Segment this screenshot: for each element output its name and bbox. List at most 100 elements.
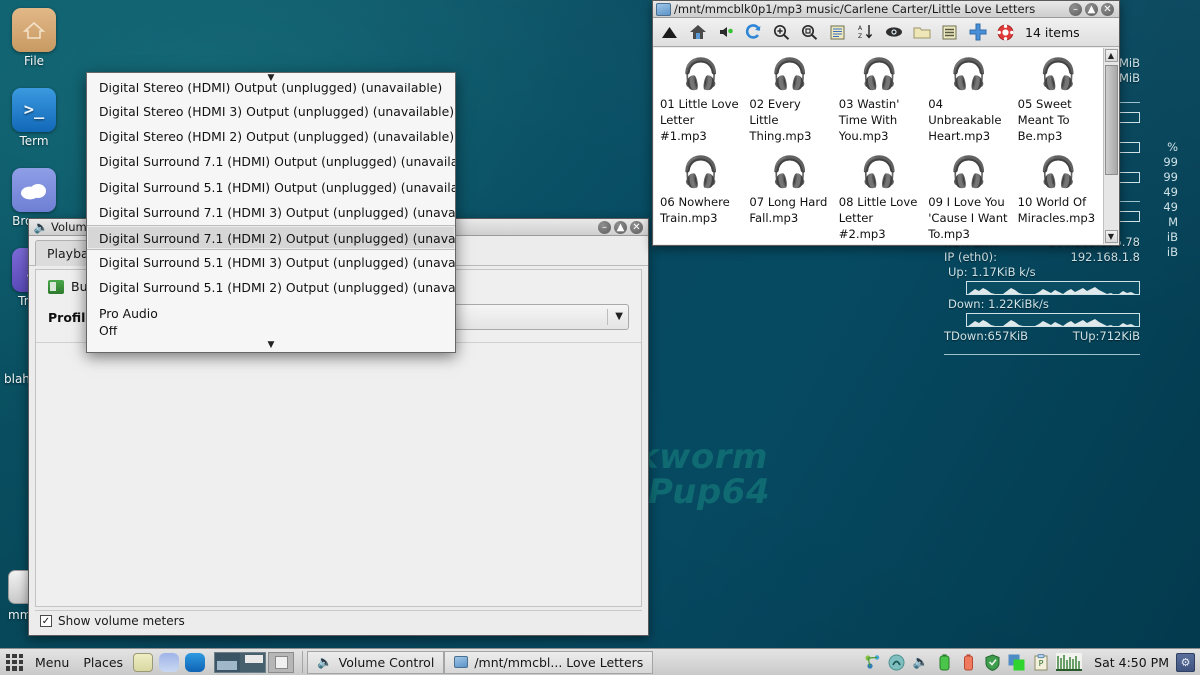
file-item[interactable]: 🎧 06 Nowhere Train.mp3	[656, 150, 745, 244]
file-item[interactable]: 🎧 04 Unbreakable Heart.mp3	[924, 52, 1013, 150]
pup-clipboard-icon[interactable]: P	[1032, 653, 1049, 671]
window-buttons[interactable]: – ▲ ✕	[1069, 2, 1116, 16]
taskbar-task-volume-control[interactable]: 🔈 Volume Control	[307, 650, 445, 674]
quicklaunch-browser-icon[interactable]	[159, 652, 180, 672]
show-hidden-eye-icon[interactable]	[883, 22, 904, 43]
filer-vertical-scrollbar[interactable]: ▲ ▼	[1103, 48, 1118, 244]
divider	[944, 354, 1140, 355]
workspace-1[interactable]	[215, 652, 241, 672]
menu-grid-icon[interactable]	[6, 653, 23, 671]
file-item[interactable]: 🎧 03 Wastin' Time With You.mp3	[835, 52, 924, 150]
scroll-up-arrow-icon[interactable]: ▲	[1104, 49, 1118, 62]
file-manager-window[interactable]: /mnt/mmcblk0p1/mp3 music/Carlene Carter/…	[652, 0, 1120, 246]
headphones-icon: 🎧	[860, 56, 899, 92]
sync-icon[interactable]	[888, 653, 905, 671]
clock[interactable]: Sat 4:50 PM	[1087, 655, 1176, 670]
volume-icon[interactable]: 🔈	[912, 653, 929, 671]
show-volume-meters-checkbox[interactable]: ✓	[40, 615, 52, 627]
file-name: 01 Little Love Letter #1.mp3	[660, 97, 739, 143]
file-item[interactable]: 🎧 01 Little Love Letter #1.mp3	[656, 52, 745, 150]
svg-text:Z: Z	[858, 33, 862, 40]
workspace-pager[interactable]	[214, 651, 267, 673]
dropdown-item[interactable]: Digital Stereo (HDMI 2) Output (unplugge…	[87, 124, 455, 149]
file-item[interactable]: 🎧 02 Every Little Thing.mp3	[745, 52, 834, 150]
headphones-icon: 🎧	[1039, 154, 1077, 190]
close-button[interactable]: ✕	[1101, 2, 1114, 16]
headphones-icon: 🎧	[682, 56, 720, 92]
filer-titlebar[interactable]: /mnt/mmcblk0p1/mp3 music/Carlene Carter/…	[653, 1, 1119, 18]
list-view-icon[interactable]	[939, 22, 960, 43]
quicklaunch-terminal-icon[interactable]	[185, 652, 206, 672]
new-folder-icon[interactable]	[911, 22, 932, 43]
dropdown-item-clipped-top[interactable]: Digital Stereo (HDMI) Output (unplugged)…	[87, 83, 455, 99]
file-name: 02 Every Little Thing.mp3	[749, 97, 812, 143]
dropdown-item[interactable]: Digital Surround 5.1 (HDMI) Output (unpl…	[87, 175, 455, 200]
places-button[interactable]: Places	[76, 655, 130, 670]
window-buttons[interactable]: – ▲ ✕	[598, 220, 645, 234]
file-item[interactable]: 🎧 05 Sweet Meant To Be.mp3	[1014, 52, 1103, 150]
dropdown-item[interactable]: Digital Surround 7.1 (HDMI) Output (unpl…	[87, 149, 455, 174]
zoom-fit-icon[interactable]	[799, 22, 820, 43]
minimize-button[interactable]: –	[598, 220, 611, 234]
dropdown-item[interactable]: Digital Surround 7.1 (HDMI 3) Output (un…	[87, 200, 455, 225]
desktop-note-text: blah	[4, 372, 30, 386]
speaker-icon: 🔈	[317, 654, 333, 669]
details-view-icon[interactable]	[827, 22, 848, 43]
dropdown-item-clipped-bottom[interactable]: Off	[87, 326, 455, 340]
cpu-meter-icon[interactable]	[1056, 653, 1083, 671]
help-lifering-icon[interactable]	[995, 22, 1016, 43]
taskbar-task-file-manager[interactable]: /mnt/mmcbl... Love Letters	[444, 650, 654, 674]
filer-window-icon	[454, 656, 469, 668]
file-item[interactable]: 🎧 08 Little Love Letter #2.mp3	[835, 150, 924, 244]
home-folder-icon	[12, 8, 56, 52]
firewall-shield-icon[interactable]	[984, 653, 1001, 671]
dropdown-item[interactable]: Digital Stereo (HDMI 3) Output (unplugge…	[87, 99, 455, 124]
show-volume-meters-label: Show volume meters	[58, 614, 185, 628]
minimize-button[interactable]: –	[1069, 2, 1082, 16]
close-button[interactable]: ✕	[630, 220, 643, 234]
maximize-button[interactable]: ▲	[614, 220, 627, 234]
filer-toolbar[interactable]: AZ 14 items	[653, 18, 1119, 47]
desktop-icon-file[interactable]: File	[2, 8, 66, 68]
clipboard-green-icon[interactable]	[1008, 653, 1025, 671]
task-label: /mnt/mmcbl... Love Letters	[474, 654, 644, 670]
profile-dropdown-menu[interactable]: ▼ Digital Stereo (HDMI) Output (unplugge…	[86, 72, 456, 353]
up-arrow-icon[interactable]	[659, 22, 680, 43]
file-item[interactable]: 🎧 09 I Love You 'Cause I Want To.mp3	[924, 150, 1013, 244]
dropdown-item-selected[interactable]: Digital Surround 7.1 (HDMI 2) Output (un…	[87, 224, 455, 251]
sort-az-icon[interactable]: AZ	[855, 22, 876, 43]
file-item[interactable]: 🎧 07 Long Hard Fall.mp3	[745, 150, 834, 244]
taskbar[interactable]: Menu Places 🔈 Volume Control /mnt/mmcbl.…	[0, 648, 1200, 675]
system-tray[interactable]: 🔈 P	[864, 653, 1087, 671]
net-ip-label: IP (eth0):	[944, 250, 998, 264]
workspace-pager-2[interactable]	[268, 651, 295, 673]
home-icon[interactable]	[687, 22, 708, 43]
refresh-icon[interactable]	[743, 22, 764, 43]
gear-icon[interactable]: ⚙	[1176, 652, 1195, 672]
network-connman-icon[interactable]	[864, 653, 881, 671]
dropdown-item[interactable]: Pro Audio	[87, 301, 455, 326]
maximize-button[interactable]: ▲	[1085, 2, 1098, 16]
battery-full-icon[interactable]	[936, 653, 953, 671]
file-name: 05 Sweet Meant To Be.mp3	[1017, 97, 1072, 143]
file-item[interactable]: 🎧 10 World Of Miracles.mp3	[1014, 150, 1103, 244]
scroll-down-arrow-icon[interactable]: ▼	[1104, 230, 1118, 243]
filer-file-area[interactable]: 🎧 01 Little Love Letter #1.mp3 🎧 02 Ever…	[654, 48, 1118, 244]
menu-button[interactable]: Menu	[28, 655, 76, 670]
filer-icon-grid[interactable]: 🎧 01 Little Love Letter #1.mp3 🎧 02 Ever…	[654, 48, 1103, 244]
desktop: okworm Pup64 File >_ Term Browse Trash b…	[0, 0, 1200, 675]
scroll-up-arrow-icon[interactable]: ▼	[87, 73, 455, 83]
add-icon[interactable]	[967, 22, 988, 43]
dropdown-item[interactable]: Digital Surround 5.1 (HDMI 2) Output (un…	[87, 275, 455, 300]
clipped-value: 99	[1163, 155, 1178, 169]
scrollbar-thumb[interactable]	[1104, 65, 1118, 175]
headphones-icon: 🎧	[1039, 56, 1077, 92]
dropdown-item[interactable]: Digital Surround 5.1 (HDMI 3) Output (un…	[87, 250, 455, 275]
mute-speaker-icon[interactable]	[715, 22, 736, 43]
quicklaunch-files-icon[interactable]	[133, 652, 154, 672]
desktop-icon-term[interactable]: >_ Term	[2, 88, 66, 148]
zoom-in-icon[interactable]	[771, 22, 792, 43]
scroll-down-arrow-icon[interactable]: ▼	[87, 339, 455, 350]
workspace-2[interactable]	[240, 653, 265, 672]
battery-low-icon[interactable]	[960, 653, 977, 671]
